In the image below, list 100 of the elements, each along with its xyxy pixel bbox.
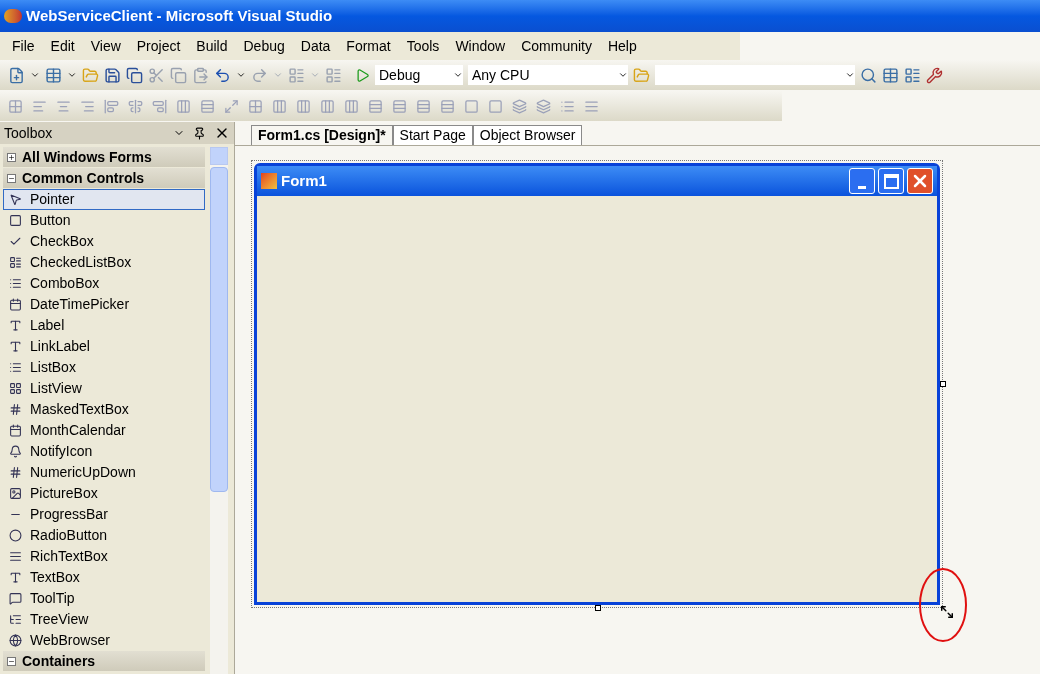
document-tab[interactable]: Start Page	[392, 125, 473, 145]
toolbox-item[interactable]: LinkLabel	[3, 336, 205, 357]
scrollbar[interactable]	[210, 147, 228, 674]
align-bottom-icon[interactable]	[152, 98, 167, 114]
menu-item[interactable]: Window	[447, 35, 514, 57]
toolbox-item[interactable]: MaskedTextBox	[3, 399, 205, 420]
folder-icon[interactable]	[633, 66, 650, 84]
maximize-button[interactable]	[878, 168, 904, 194]
toolbox-item[interactable]: PictureBox	[3, 483, 205, 504]
lines-icon[interactable]	[584, 98, 599, 114]
toolbox-item[interactable]: RadioButton	[3, 525, 205, 546]
align-middle-icon[interactable]	[128, 98, 143, 114]
toolbox-item[interactable]: WebBrowser	[3, 630, 205, 651]
menu-item[interactable]: Edit	[42, 35, 83, 57]
text-icon	[8, 571, 22, 584]
toolbox-group-header[interactable]: All Windows Forms	[3, 147, 205, 167]
toolbox-group-header[interactable]: Common Controls	[3, 168, 205, 188]
caret-icon[interactable]	[67, 70, 77, 80]
picture-icon	[8, 487, 22, 500]
toolbox-item[interactable]: NotifyIcon	[3, 441, 205, 462]
pin-icon[interactable]	[193, 126, 206, 140]
size-icon[interactable]	[224, 98, 239, 114]
menu-item[interactable]: File	[4, 35, 43, 57]
redo-icon[interactable]	[251, 66, 268, 84]
toolbox-item[interactable]: Label	[3, 315, 205, 336]
paste-icon[interactable]	[192, 66, 209, 84]
tools-icon[interactable]	[926, 66, 943, 84]
toolbox-item[interactable]: ListView	[3, 378, 205, 399]
tree-icon	[8, 613, 22, 626]
platform-dropdown[interactable]: Any CPU	[468, 65, 628, 85]
toggle-icon	[7, 173, 16, 183]
start-icon[interactable]	[355, 67, 370, 83]
toolbox-item[interactable]: ToolTip	[3, 588, 205, 609]
toolbox-item[interactable]: RichTextBox	[3, 546, 205, 567]
align-left-icon[interactable]	[32, 98, 47, 114]
cut-icon[interactable]	[148, 66, 165, 84]
menu-item[interactable]: Community	[513, 35, 600, 57]
hash-icon	[8, 403, 22, 416]
menu-item[interactable]: Debug	[235, 35, 293, 57]
calendar-icon	[8, 298, 22, 311]
menu-item[interactable]: Data	[292, 35, 339, 57]
menu-item[interactable]: Format	[338, 35, 399, 57]
save-all-icon[interactable]	[126, 66, 143, 84]
list-icon	[8, 361, 22, 374]
minimize-icon	[858, 186, 866, 189]
toolbox-item[interactable]: MonthCalendar	[3, 420, 205, 441]
pointer-icon	[8, 193, 22, 206]
panel-title: Toolbox	[4, 123, 53, 143]
toolbox-item[interactable]: NumericUpDown	[3, 462, 205, 483]
letter-icon	[8, 340, 22, 353]
resize-handle[interactable]	[595, 605, 601, 611]
toolbox-group-header[interactable]: Containers	[3, 651, 205, 671]
radio-icon	[8, 529, 22, 542]
folder-icon[interactable]	[82, 66, 99, 84]
list-icon	[8, 277, 22, 290]
grid-icon[interactable]	[248, 98, 263, 114]
document-tab[interactable]: Object Browser	[472, 125, 583, 145]
save-icon[interactable]	[104, 66, 121, 84]
menu-item[interactable]: View	[82, 35, 129, 57]
toolbox-item[interactable]: CheckedListBox	[3, 252, 205, 273]
resize-cursor-icon	[940, 605, 954, 619]
list-icon	[8, 256, 22, 269]
toolbox-item[interactable]: ProgressBar	[3, 504, 205, 525]
form-title: Form1	[281, 170, 327, 191]
toolbox-item[interactable]: ListBox	[3, 357, 205, 378]
menu-item[interactable]: Help	[599, 35, 645, 57]
toolbox-item[interactable]: TreeView	[3, 609, 205, 630]
minimize-button[interactable]	[849, 168, 875, 194]
calendar-icon	[8, 424, 22, 437]
undo-icon[interactable]	[214, 66, 231, 84]
bell-icon	[8, 445, 22, 458]
menu-item[interactable]: Project	[128, 35, 189, 57]
resize-handle[interactable]	[940, 381, 946, 387]
search-icon[interactable]	[860, 66, 877, 84]
caret-icon[interactable]	[30, 70, 40, 80]
close-button[interactable]	[907, 168, 933, 194]
new-file-icon[interactable]	[8, 66, 25, 84]
align-top-icon[interactable]	[104, 98, 119, 114]
toggle-icon	[7, 656, 16, 666]
configuration-dropdown[interactable]: Debug	[375, 65, 463, 85]
text-lines-icon	[8, 550, 22, 563]
letter-icon	[8, 319, 22, 332]
toolbox-item[interactable]: ComboBox	[3, 273, 205, 294]
align-right-icon[interactable]	[80, 98, 95, 114]
window-title: WebServiceClient - Microsoft Visual Studio	[26, 5, 333, 26]
toolbox-item[interactable]: TextBox	[3, 567, 205, 588]
maximize-icon	[883, 173, 899, 189]
toolbox-item[interactable]: Button	[3, 210, 205, 231]
toolbox-item[interactable]: Pointer	[3, 189, 205, 210]
menu-item[interactable]: Tools	[398, 35, 448, 57]
toolbox-item[interactable]: DateTimePicker	[3, 294, 205, 315]
toolbox-item[interactable]: CheckBox	[3, 231, 205, 252]
grid-icon[interactable]	[8, 98, 23, 114]
globe-icon	[8, 634, 22, 647]
menu-item[interactable]: Build	[188, 35, 236, 57]
align-center-icon[interactable]	[56, 98, 71, 114]
copy-icon[interactable]	[170, 66, 187, 84]
caret-icon[interactable]	[236, 70, 246, 80]
button-icon	[8, 214, 22, 227]
document-tab[interactable]: Form1.cs [Design]*	[251, 125, 393, 145]
